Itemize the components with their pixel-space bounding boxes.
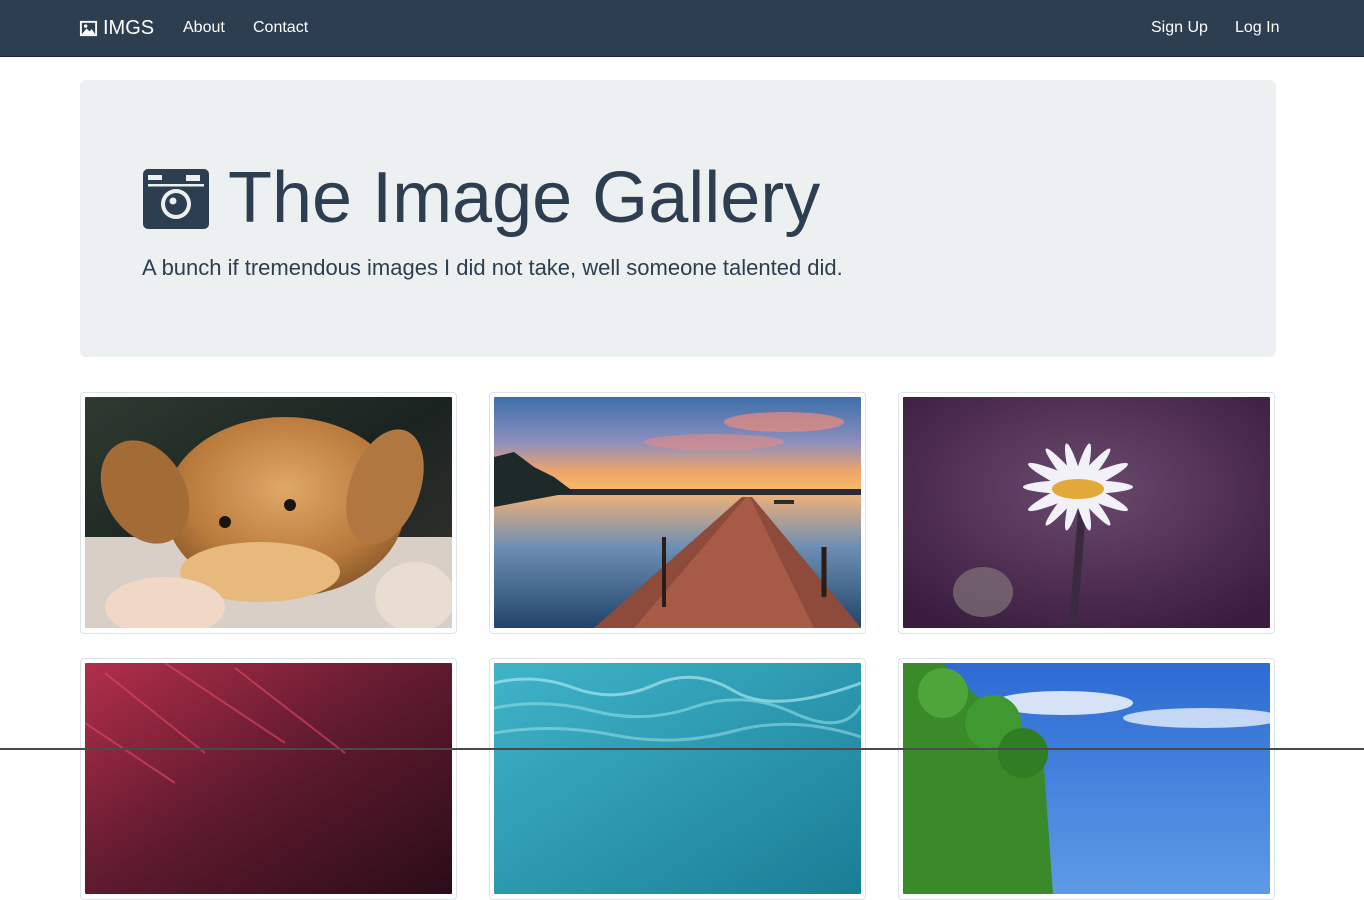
hero-subtitle: A bunch if tremendous images I did not t… [142, 255, 843, 280]
nav-link-about[interactable]: About [183, 18, 225, 38]
gallery-thumbnail-pier-sunset[interactable] [489, 392, 866, 634]
gallery-thumbnail-puppy[interactable] [80, 392, 457, 634]
page-title: The Image Gallery [228, 158, 821, 238]
gallery-thumbnail-trees-sky[interactable] [898, 658, 1275, 900]
nav-link-log-in[interactable]: Log In [1235, 18, 1279, 38]
daisy-image [903, 397, 1270, 628]
hero-jumbotron: The Image Gallery A bunch if tremendous … [80, 80, 1276, 357]
gallery-thumbnail-red-abstract[interactable] [80, 658, 457, 900]
hero-title-row: The Image Gallery [142, 158, 820, 238]
camera-icon [143, 169, 209, 229]
navbar: IMGS About Contact Sign Up Log In [0, 0, 1364, 57]
trees-sky-image [903, 663, 1270, 894]
red-abstract-image [85, 663, 452, 894]
water-image [494, 663, 861, 894]
image-icon [79, 20, 98, 36]
brand-name: IMGS [103, 16, 155, 39]
gallery-thumbnail-daisy[interactable] [898, 392, 1275, 634]
nav-link-contact[interactable]: Contact [253, 18, 308, 38]
puppy-image [85, 397, 452, 628]
pier-sunset-image [494, 397, 861, 628]
gallery-thumbnail-water[interactable] [489, 658, 866, 900]
brand-link[interactable]: IMGS [79, 15, 154, 41]
nav-link-sign-up[interactable]: Sign Up [1151, 18, 1208, 38]
